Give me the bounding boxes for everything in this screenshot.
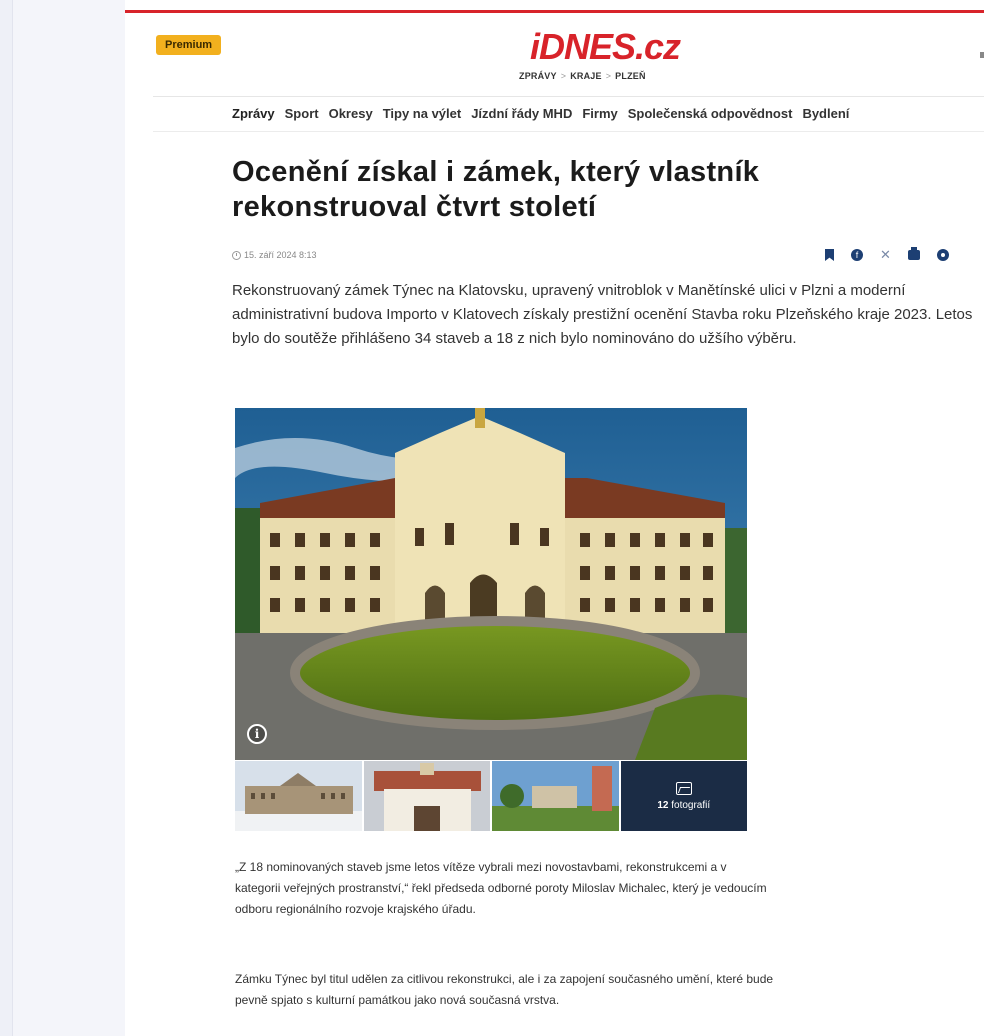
header-divider	[153, 96, 984, 97]
article-paragraph-1: „Z 18 nominovaných staveb jsme letos vít…	[235, 860, 767, 916]
menu-icon[interactable]	[980, 52, 984, 58]
premium-button[interactable]: Premium	[156, 35, 222, 55]
breadcrumb-separator: >	[560, 71, 567, 81]
nav-divider	[153, 131, 984, 132]
breadcrumb: ZPRÁVY > KRAJE > PLZEŇ	[519, 71, 646, 81]
article-date: 15. září 2024 8:13	[244, 250, 317, 260]
article-page: Premium iDNES.cz ZPRÁVY > KRAJE > PLZEŇ Zprá…	[125, 0, 984, 1036]
nav-item-spolecenska[interactable]: Společenská odpovědnost	[628, 106, 793, 121]
article-title: Ocenění získal i zámek, který vlastník r…	[232, 156, 760, 223]
gallery-thumbnails: 12 fotografií	[235, 761, 747, 831]
nav-item-zpravy[interactable]: Zprávy	[232, 106, 275, 121]
nav-item-sport[interactable]: Sport	[285, 106, 319, 121]
gallery-count: 12 fotografií	[657, 799, 711, 811]
gallery-more-button[interactable]: 12 fotografií	[620, 761, 747, 831]
nav-item-tipy[interactable]: Tipy na výlet	[383, 106, 462, 121]
main-photo[interactable]: i	[235, 408, 747, 760]
clock-icon	[232, 250, 241, 260]
breadcrumb-item-plzen[interactable]: PLZEŇ	[615, 71, 646, 81]
share-bar: f ✕	[825, 247, 949, 263]
gallery-thumb-3[interactable]	[492, 761, 619, 831]
bookmark-icon[interactable]	[825, 249, 834, 261]
facebook-icon[interactable]: f	[851, 249, 863, 261]
chateau-image	[235, 408, 747, 760]
x-icon[interactable]: ✕	[880, 247, 891, 263]
gallery-icon	[675, 781, 692, 795]
gallery-thumb-2[interactable]	[363, 761, 490, 831]
print-icon[interactable]	[907, 247, 920, 260]
article-paragraph-2: Zámku Týnec byl titul udělen za citlivou…	[235, 972, 774, 1007]
nav-item-bydleni[interactable]: Bydlení	[802, 106, 849, 121]
comments-icon[interactable]	[936, 249, 949, 261]
nav-item-jizdni-rady[interactable]: Jízdní řády MHD	[471, 106, 572, 121]
info-icon[interactable]: i	[247, 724, 267, 744]
breadcrumb-item-kraje[interactable]: KRAJE	[570, 71, 602, 81]
section-nav: Zprávy Sport Okresy Tipy na výlet Jízdní…	[232, 106, 859, 121]
article-lead: Rekonstruovaný zámek Týnec na Klatovsku,…	[232, 282, 973, 347]
left-gutter	[0, 0, 125, 1036]
breadcrumb-item-zpravy[interactable]: ZPRÁVY	[519, 71, 557, 81]
nav-item-firmy[interactable]: Firmy	[582, 106, 617, 121]
top-accent-line	[125, 10, 984, 13]
gallery-thumb-1[interactable]	[235, 761, 362, 831]
site-logo[interactable]: iDNES.cz	[530, 26, 681, 68]
article-meta: 15. září 2024 8:13	[232, 250, 317, 260]
breadcrumb-separator: >	[605, 71, 612, 81]
nav-item-okresy[interactable]: Okresy	[329, 106, 373, 121]
